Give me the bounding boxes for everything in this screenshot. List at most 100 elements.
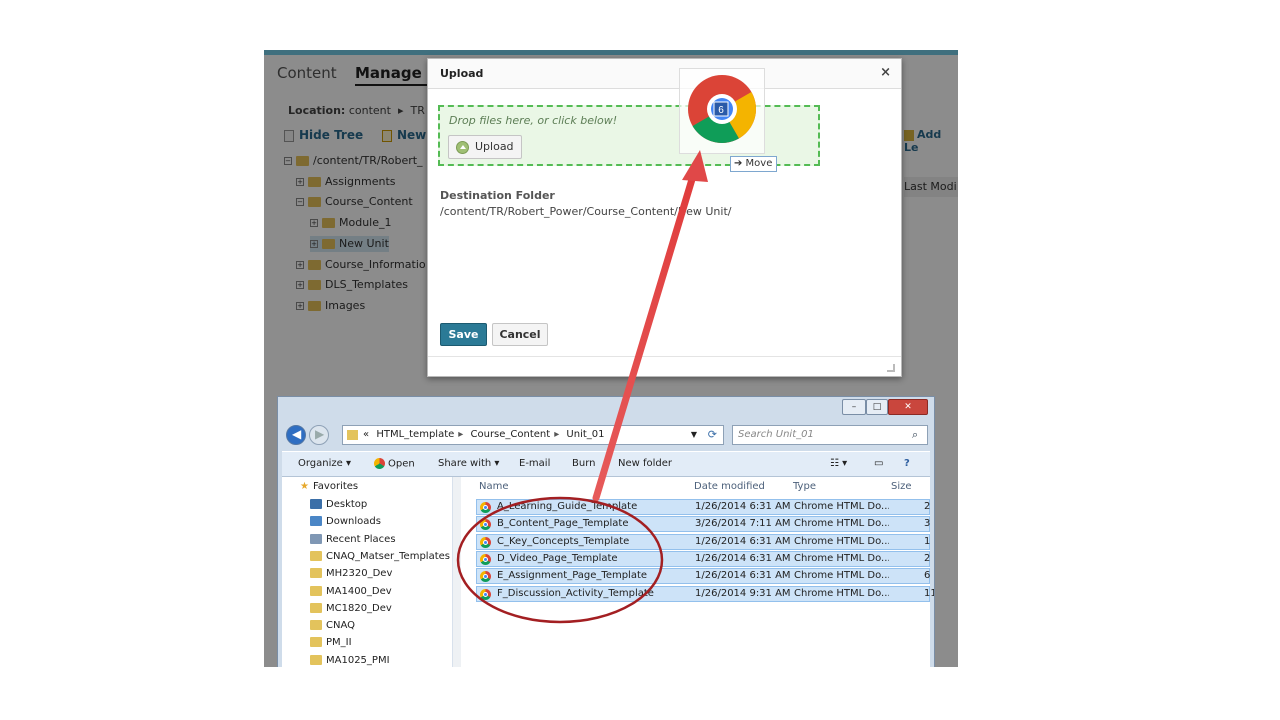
folder-icon (347, 430, 358, 440)
file-size: 6 (924, 570, 931, 582)
dialog-header: Upload × (428, 59, 901, 89)
file-name: A_Learning_Guide_Template (497, 501, 638, 512)
move-cursor-label: ➔ Move (730, 156, 777, 172)
save-button[interactable]: Save (440, 323, 487, 346)
nav-item[interactable]: MH2320_Dev (310, 566, 392, 582)
file-date: 1/26/2014 6:31 AM (695, 501, 790, 512)
nav-item[interactable]: CNAQ (310, 618, 355, 634)
dropdown-arrow-icon[interactable]: ▼ (691, 426, 697, 444)
upload-button-label: Upload (475, 140, 514, 153)
desktop-icon (310, 499, 322, 509)
close-icon[interactable]: × (880, 65, 891, 80)
file-size: 2 (924, 501, 931, 512)
breadcrumb-html-template[interactable]: HTML_template (376, 429, 454, 440)
dialog-footer (428, 356, 901, 376)
nav-item-label: Downloads (326, 516, 381, 528)
upload-button[interactable]: Upload (448, 135, 522, 159)
nav-item[interactable]: Desktop (310, 497, 367, 513)
nav-item[interactable]: MC1820_Dev (310, 601, 392, 617)
file-type: Chrome HTML Do... (794, 570, 889, 582)
file-type: Chrome HTML Do... (794, 501, 889, 512)
chrome-file-icon (480, 588, 491, 600)
nav-item[interactable]: Downloads (310, 514, 381, 530)
file-row[interactable]: F_Discussion_Activity_Template 1/26/2014 … (476, 585, 934, 602)
breadcrumb-unit-01[interactable]: Unit_01 (566, 429, 604, 440)
destination-folder-label: Destination Folder (440, 189, 555, 202)
nav-item[interactable]: MA1025_PMI (310, 653, 390, 667)
favorites-header[interactable]: ★ Favorites (300, 481, 358, 492)
chrome-file-icon (480, 553, 491, 565)
maximize-button[interactable]: □ (866, 399, 888, 415)
upload-dialog: Upload × Drop files here, or click below… (427, 58, 902, 377)
breadcrumb-separator-icon: ▸ (458, 429, 464, 440)
column-size[interactable]: Size (891, 481, 912, 492)
nav-item[interactable]: Recent Places (310, 532, 396, 548)
breadcrumb-course-content[interactable]: Course_Content (471, 429, 551, 440)
file-name: D_Video_Page_Template (497, 552, 618, 564)
back-arrow-icon: ◀ (292, 427, 302, 441)
cancel-button[interactable]: Cancel (492, 323, 548, 346)
column-type[interactable]: Type (793, 481, 816, 492)
search-icon[interactable]: ⌕ (912, 428, 918, 442)
new-folder-button[interactable]: New folder (618, 458, 672, 469)
folder-icon (310, 568, 322, 579)
share-with-button[interactable]: Share with ▾ (438, 458, 499, 469)
minimize-button[interactable]: – (842, 399, 866, 415)
address-bar[interactable]: « HTML_template ▸ Course_Content ▸ Unit_01… (342, 425, 724, 445)
nav-item[interactable]: MA1400_Dev (310, 584, 392, 600)
nav-item-label: CNAQ (326, 620, 355, 632)
folder-icon (310, 620, 322, 631)
chrome-logo-icon: 6 (688, 75, 756, 143)
search-input[interactable]: Search Unit_01 (732, 425, 928, 445)
column-name[interactable]: Name (479, 481, 509, 492)
file-row[interactable]: B_Content_Page_Template 3/26/2014 7:11 AM… (476, 516, 930, 533)
preview-pane-icon[interactable]: ▭ (874, 458, 883, 469)
file-row[interactable]: D_Video_Page_Template 1/26/2014 6:31 AM Ch… (476, 550, 930, 567)
file-row[interactable]: A_Learning_Guide_Template 1/26/2014 6:31 … (476, 499, 930, 515)
window-close-button[interactable]: ✕ (888, 399, 928, 415)
nav-item[interactable]: CNAQ_Matser_Templates (310, 549, 450, 565)
destination-folder-path: /content/TR/Robert_Power/Course_Content/… (440, 205, 732, 218)
file-date: 1/26/2014 6:31 AM (695, 570, 790, 582)
breadcrumb-overflow[interactable]: « (363, 429, 369, 440)
chrome-file-icon (480, 519, 491, 531)
file-name: B_Content_Page_Template (497, 518, 629, 530)
organize-button[interactable]: Organize ▾ (298, 458, 351, 469)
file-row[interactable]: C_Key_Concepts_Template 1/26/2014 6:31 AM… (476, 533, 930, 550)
resize-grip-icon[interactable] (887, 364, 895, 372)
file-date: 1/26/2014 6:31 AM (695, 552, 790, 564)
dialog-title: Upload (440, 67, 484, 80)
file-name: E_Assignment_Page_Template (497, 570, 648, 582)
back-button[interactable]: ◀ (286, 425, 306, 445)
drag-count-badge: 6 (718, 105, 724, 116)
nav-item-label: MA1400_Dev (326, 585, 392, 597)
chrome-file-icon (480, 502, 491, 513)
file-type: Chrome HTML Do... (794, 552, 889, 564)
email-button[interactable]: E-mail (519, 458, 550, 469)
chrome-icon (374, 458, 385, 469)
file-size: 1 (924, 535, 931, 547)
burn-button[interactable]: Burn (572, 458, 595, 469)
help-icon[interactable]: ? (904, 458, 910, 469)
window-controls: – □ ✕ (842, 399, 928, 415)
file-row[interactable]: E_Assignment_Page_Template 1/26/2014 6:31… (476, 568, 930, 585)
drag-ghost: 6 (679, 68, 765, 154)
view-options-icon[interactable]: ☷ ▾ (830, 458, 847, 469)
open-button[interactable]: Open (374, 458, 415, 470)
file-date: 1/26/2014 6:31 AM (695, 535, 790, 547)
upload-arrow-icon (456, 141, 469, 154)
nav-item[interactable]: PM_II (310, 635, 352, 651)
column-date-modified[interactable]: Date modified (694, 481, 765, 492)
file-list: Name Date modified Type Size A_Learning_… (461, 477, 934, 667)
chrome-file-icon (480, 536, 491, 548)
breadcrumb-separator-icon: ▸ (554, 429, 560, 440)
folder-icon (310, 585, 322, 596)
file-date: 1/26/2014 9:31 AM (695, 587, 790, 599)
drop-hint: Drop files here, or click below! (449, 114, 618, 127)
open-label: Open (388, 458, 415, 470)
file-name: C_Key_Concepts_Template (497, 535, 630, 547)
command-bar: Organize ▾ Open Share with ▾ E-mail Burn… (282, 451, 930, 477)
folder-icon (310, 654, 322, 665)
forward-button[interactable]: ▶ (309, 425, 329, 445)
refresh-icon[interactable]: ⟳ (708, 426, 717, 444)
